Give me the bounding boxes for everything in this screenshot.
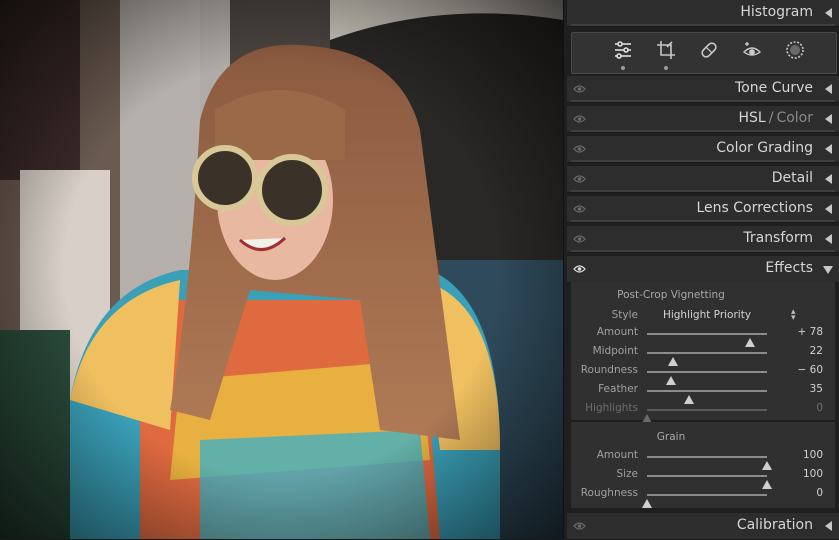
style-select[interactable]: Highlight Priority [647,309,767,321]
sliders-icon[interactable] [612,39,634,70]
slider-label: Amount [596,326,638,338]
slider-label: Feather [598,383,638,395]
eye-icon[interactable] [573,234,586,244]
active-dot [621,66,625,70]
slider-track[interactable] [647,390,767,404]
healing-icon[interactable] [698,39,720,61]
lens-corrections-title: Lens Corrections [696,200,813,216]
eye-icon[interactable] [573,264,586,274]
slider-highlights[interactable]: Highlights 0 [571,400,835,423]
divider [571,24,835,26]
slider-value[interactable]: 0 [816,487,823,499]
eye-icon[interactable] [573,144,586,154]
mask-icon[interactable] [784,39,806,61]
color-label[interactable]: Color [776,110,813,126]
slider-thumb[interactable] [642,499,652,508]
slider-value[interactable]: 0 [816,402,823,414]
detail-header[interactable]: Detail [567,166,839,193]
slider-roundness[interactable]: Roundness − 60 [571,362,835,385]
slider-value[interactable]: + 78 [798,326,824,338]
slider-value[interactable]: 35 [810,383,823,395]
photo-preview [0,0,563,539]
divider [571,190,835,192]
tone-curve-header[interactable]: Tone Curve [567,76,839,103]
slider-amount[interactable]: Amount + 78 [571,324,835,347]
slider-label: Roundness [580,364,638,376]
grain-section: Grain Amount 100 Size 100 Roughness 0 [571,422,835,508]
post-crop-vignetting-section: Post-Crop Vignetting Style Highlight Pri… [571,282,835,423]
slider-value[interactable]: 100 [803,468,823,480]
slider-track[interactable] [647,352,767,366]
divider [571,100,835,102]
slider-label: Roughness [580,487,638,499]
collapse-triangle-icon [825,84,832,94]
slider-value[interactable]: − 60 [798,364,824,376]
slider-track[interactable] [647,333,767,347]
slider-track[interactable] [642,409,767,423]
slider-label: Highlights [585,402,638,414]
collapse-triangle-icon [825,204,832,214]
divider [571,130,835,132]
vignetting-title: Post-Crop Vignetting [617,289,725,301]
calibration-header[interactable]: Calibration [567,513,839,540]
transform-header[interactable]: Transform [567,226,839,253]
hsl-color-header[interactable]: HSL / Color [567,106,839,133]
effects-title: Effects [765,260,813,276]
collapse-triangle-icon [825,8,832,18]
active-dot [664,66,668,70]
tone-curve-title: Tone Curve [735,80,813,96]
eye-icon[interactable] [573,204,586,214]
calibration-title: Calibration [736,517,813,533]
slider-roughness[interactable]: Roughness 0 [571,485,835,508]
collapse-triangle-icon [825,521,832,531]
hsl-label[interactable]: HSL [739,110,766,126]
updown-arrows-icon[interactable]: ▴ ▾ [791,308,796,323]
slider-label: Amount [596,449,638,461]
eye-icon[interactable] [573,521,586,531]
slider-track[interactable] [647,371,767,385]
slider-track[interactable] [647,456,772,470]
slider-track[interactable] [647,475,772,489]
tool-strip [571,32,837,74]
slider-value[interactable]: 100 [803,449,823,461]
eye-icon[interactable] [573,174,586,184]
divider [571,250,835,252]
collapse-triangle-icon [825,144,832,154]
portrait-photo [0,0,563,539]
style-label: Style [611,309,638,321]
hsl-separator: / [768,110,774,126]
slider-value[interactable]: 22 [810,345,823,357]
transform-title: Transform [743,230,813,246]
slider-amount[interactable]: Amount 100 [571,447,835,470]
slider-midpoint[interactable]: Midpoint 22 [571,343,835,366]
collapse-triangle-icon [825,174,832,184]
expand-triangle-icon [823,266,833,274]
crop-icon[interactable] [655,39,677,70]
hsl-color-title: HSL / Color [739,110,814,126]
histogram-header[interactable]: Histogram [567,0,839,27]
slider-feather[interactable]: Feather 35 [571,381,835,404]
divider [571,220,835,222]
slider-label: Size [616,468,638,480]
slider-label: Midpoint [592,345,638,357]
eye-icon[interactable] [573,114,586,124]
divider [571,160,835,162]
grain-title: Grain [656,431,686,443]
eye-icon[interactable] [573,84,586,94]
detail-title: Detail [771,170,813,186]
color-grading-header[interactable]: Color Grading [567,136,839,163]
histogram-title: Histogram [740,4,813,20]
lens-corrections-header[interactable]: Lens Corrections [567,196,839,223]
collapse-triangle-icon [825,234,832,244]
color-grading-title: Color Grading [716,140,813,156]
red-eye-icon[interactable] [741,39,763,61]
collapse-triangle-icon [825,114,832,124]
slider-size[interactable]: Size 100 [571,466,835,489]
slider-track[interactable] [642,494,767,508]
effects-header[interactable]: Effects [567,256,839,283]
